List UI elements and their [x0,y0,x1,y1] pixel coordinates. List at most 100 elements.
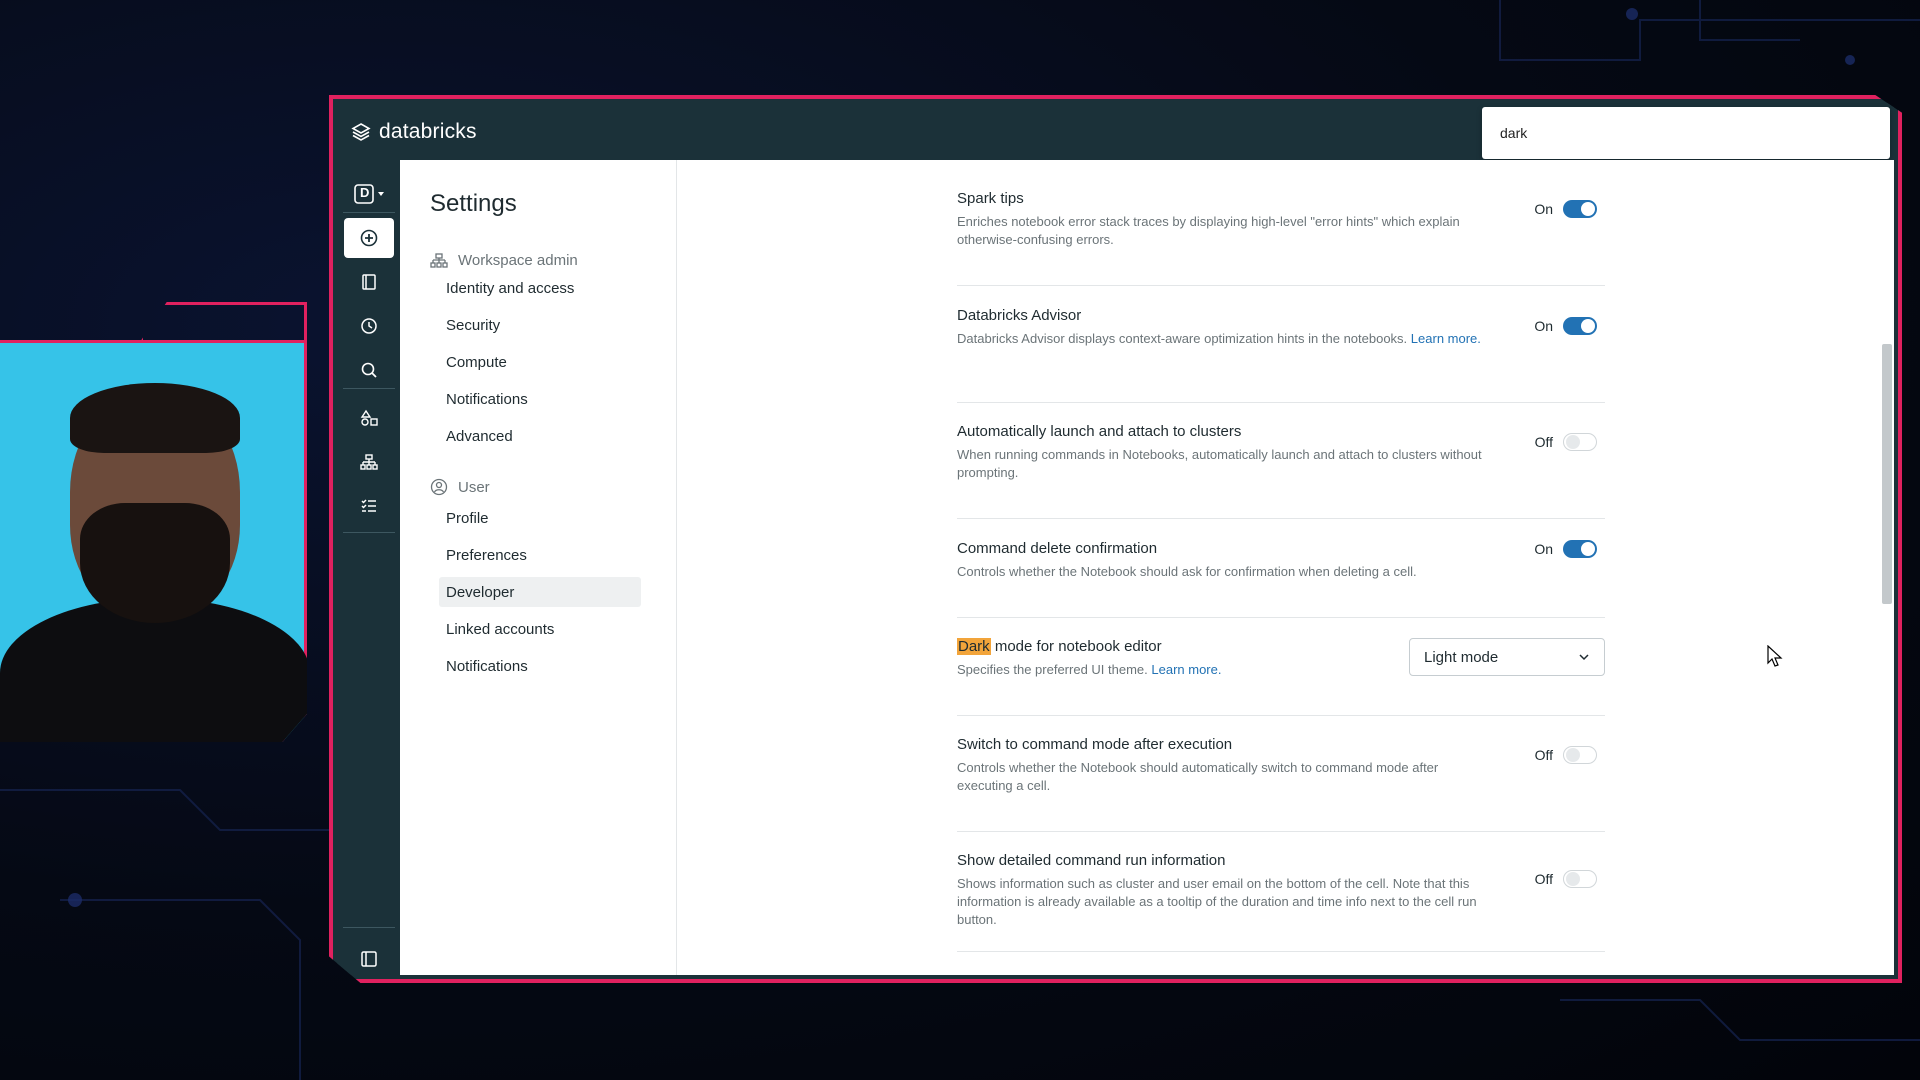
search-input[interactable]: dark [1482,107,1890,159]
rail-divider [343,927,395,928]
new-button[interactable] [344,218,394,258]
rail-divider [343,532,395,533]
scrollbar[interactable] [1882,164,1892,971]
settings-main: Spark tips Enriches notebook error stack… [677,160,1894,975]
nav-item-compute[interactable]: Compute [439,347,641,377]
user-icon [430,478,448,496]
webcam-person-beard [80,503,230,623]
shapes-icon [360,409,378,426]
setting-title: Show detailed command run information [957,852,1226,869]
search-icon [361,362,377,378]
setting-description: Enriches notebook error stack traces by … [957,214,1460,247]
workspace-initial: D [360,185,370,200]
nav-item-advanced[interactable]: Advanced [439,421,641,451]
content-area: Settings Workspace admin Identity and ac… [400,160,1894,975]
page-title: Settings [430,190,517,217]
toggle-state-label: On [1534,318,1553,334]
setting-title: Spark tips [957,190,1024,207]
tasks-button[interactable] [344,486,394,526]
setting-row-dark-mode: Dark mode for notebook editor Specifies … [957,638,1605,716]
setting-description: Controls whether the Notebook should ask… [957,564,1417,579]
app-window: databricks dark D Settings Workspace adm… [329,95,1902,983]
toggle-state-label: Off [1534,434,1553,450]
settings-nav: Settings Workspace admin Identity and ac… [400,160,677,975]
mouse-cursor-icon [1767,645,1783,667]
theme-select[interactable]: Light mode [1409,638,1605,676]
databricks-advisor-toggle[interactable] [1563,317,1597,335]
databricks-logo-icon [351,122,371,141]
setting-row-auto-launch: Automatically launch and attach to clust… [957,423,1605,519]
setting-toggle-group: On [1534,200,1597,218]
org-icon [430,252,448,268]
workflows-button[interactable] [344,442,394,482]
setting-description: Shows information such as cluster and us… [957,876,1477,927]
workspace-switcher[interactable]: D [344,174,394,214]
sidebar-toggle-icon [361,951,377,967]
setting-description-text: Databricks Advisor displays context-awar… [957,331,1408,346]
setting-toggle-group: Off [1535,870,1597,888]
notebook-icon [362,274,376,290]
setting-toggle-group: Off [1535,746,1597,764]
chevron-down-icon [1579,654,1589,661]
learn-more-link[interactable]: Learn more. [1411,331,1481,346]
toggle-state-label: Off [1534,747,1553,763]
databricks-logo[interactable]: databricks [351,120,477,144]
collapse-sidebar-button[interactable] [344,939,394,979]
setting-description: Databricks Advisor displays context-awar… [957,330,1497,348]
setting-description: Controls whether the Notebook should aut… [957,760,1439,793]
setting-row-command-mode: Switch to command mode after execution C… [957,736,1605,832]
catalog-button[interactable] [344,398,394,438]
auto-launch-toggle[interactable] [1563,433,1597,451]
tasks-icon [361,499,376,512]
setting-row-command-delete: Command delete confirmation Controls whe… [957,540,1605,618]
spark-tips-toggle[interactable] [1563,200,1597,218]
webcam-overlay [0,340,307,742]
new-icon [360,229,378,247]
nav-rail: D [337,160,400,975]
recents-button[interactable] [344,306,394,346]
setting-row-databricks-advisor: Databricks Advisor Databricks Advisor di… [957,307,1605,403]
workspace-button[interactable] [344,262,394,302]
top-bar: databricks dark [337,103,1894,160]
nav-group-label: User [458,478,490,496]
toggle-state-label: On [1534,541,1553,557]
nav-item-notifications-user[interactable]: Notifications [439,651,641,681]
nav-item-security[interactable]: Security [439,310,641,340]
nav-item-notifications-admin[interactable]: Notifications [439,384,641,414]
nav-item-developer[interactable]: Developer [439,577,641,607]
setting-title: Command delete confirmation [957,540,1158,557]
setting-description: When running commands in Notebooks, auto… [957,447,1482,480]
search-button[interactable] [344,350,394,390]
setting-row-command-run-info: Show detailed command run information Sh… [957,852,1605,952]
nav-item-profile[interactable]: Profile [439,503,641,533]
command-run-info-toggle[interactable] [1563,870,1597,888]
setting-title: Automatically launch and attach to clust… [957,423,1242,440]
setting-title: Switch to command mode after execution [957,736,1233,753]
setting-title: Databricks Advisor [957,307,1082,324]
search-highlight: Dark [957,638,991,655]
rail-divider [343,212,395,213]
nav-item-identity-and-access[interactable]: Identity and access [439,273,641,303]
toggle-state-label: On [1534,201,1553,217]
setting-row-spark-tips: Spark tips Enriches notebook error stack… [957,190,1605,286]
nav-item-preferences[interactable]: Preferences [439,540,641,570]
nav-item-linked-accounts[interactable]: Linked accounts [439,614,641,644]
setting-title-rest: mode for notebook editor [990,638,1162,655]
setting-toggle-group: Off [1535,433,1597,451]
webcam-person-hair [70,383,240,453]
scrollbar-thumb[interactable] [1882,344,1892,604]
setting-description-text: Specifies the preferred UI theme. [957,662,1148,677]
command-mode-toggle[interactable] [1563,746,1597,764]
rail-divider [343,388,395,389]
toggle-state-label: Off [1534,871,1553,887]
recents-icon [361,318,377,334]
setting-toggle-group: On [1534,317,1597,335]
theme-select-value: Light mode [1424,648,1499,666]
logo-text: databricks [379,119,477,143]
nav-group-workspace-admin: Workspace admin [430,252,578,269]
webcam-frame-tab [140,302,307,342]
learn-more-link[interactable]: Learn more. [1151,662,1221,677]
command-delete-toggle[interactable] [1563,540,1597,558]
nav-group-label: Workspace admin [458,252,578,269]
nav-group-user: User [430,478,490,496]
